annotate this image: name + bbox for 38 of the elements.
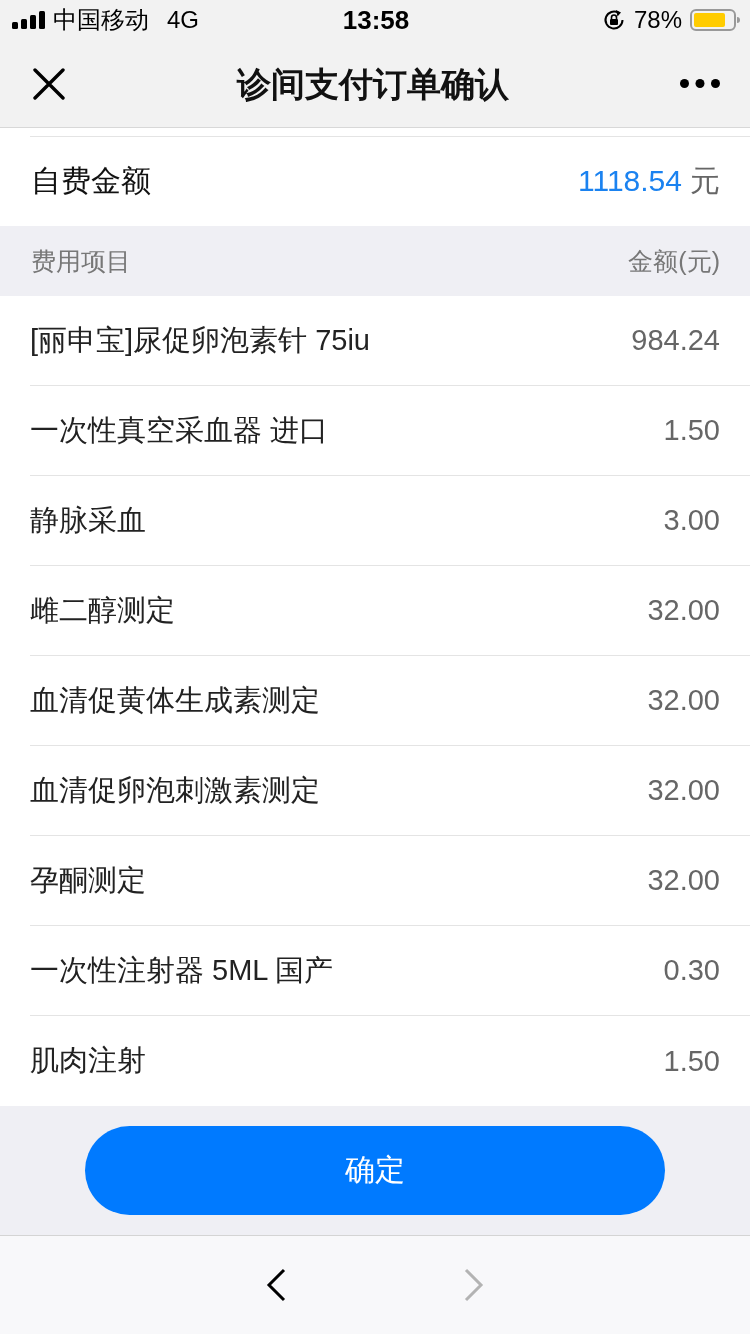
fee-amount: 3.00 (663, 504, 720, 537)
network-type: 4G (167, 6, 199, 34)
summary-label: 自费金额 (31, 163, 151, 199)
more-icon (680, 79, 720, 88)
fee-item-name: 一次性注射器 5ML 国产 (30, 952, 334, 988)
rotation-lock-icon (601, 8, 626, 32)
column-header: 费用项目 (31, 245, 131, 277)
fee-amount: 0.30 (663, 954, 720, 987)
close-button[interactable] (33, 67, 65, 100)
page-title: 诊间支付订单确认 (236, 63, 509, 104)
fee-item-name: 血清促卵泡刺激素测定 (30, 772, 320, 808)
status-time: 13:58 (342, 5, 410, 35)
fee-amount: 1.50 (663, 414, 720, 447)
currency-unit: 元 (690, 163, 720, 199)
carrier-name: 中国移动 (53, 6, 149, 34)
battery-percent: 78% (633, 6, 682, 34)
total-amount: 1118.54 (578, 164, 682, 198)
fee-amount: 32.00 (647, 594, 720, 627)
fee-item-name: 一次性真空采血器 进口 (30, 412, 329, 448)
fee-amount: 32.00 (647, 774, 720, 807)
battery-icon (690, 9, 740, 31)
confirm-button[interactable]: 确定 (85, 1126, 665, 1215)
fee-item-name: 孕酮测定 (30, 862, 146, 898)
fee-item-name: [丽申宝]尿促卵泡素针 75iu (30, 322, 370, 358)
more-button[interactable] (680, 79, 720, 88)
fee-item-name: 肌肉注射 (30, 1043, 146, 1078)
fee-item-name: 静脉采血 (30, 502, 146, 538)
fee-item-name: 雌二醇测定 (30, 592, 175, 628)
signal-icon (12, 11, 45, 29)
close-icon (33, 67, 65, 100)
fee-amount: 984.24 (631, 324, 720, 357)
chevron-right-icon (464, 1268, 484, 1302)
fee-amount: 32.00 (647, 864, 720, 897)
fee-amount: 1.50 (663, 1044, 720, 1078)
column-header: 金额(元) (628, 245, 720, 277)
fee-item-name: 血清促黄体生成素测定 (30, 682, 320, 718)
chevron-left-icon (266, 1268, 286, 1302)
fee-amount: 32.00 (647, 684, 720, 717)
